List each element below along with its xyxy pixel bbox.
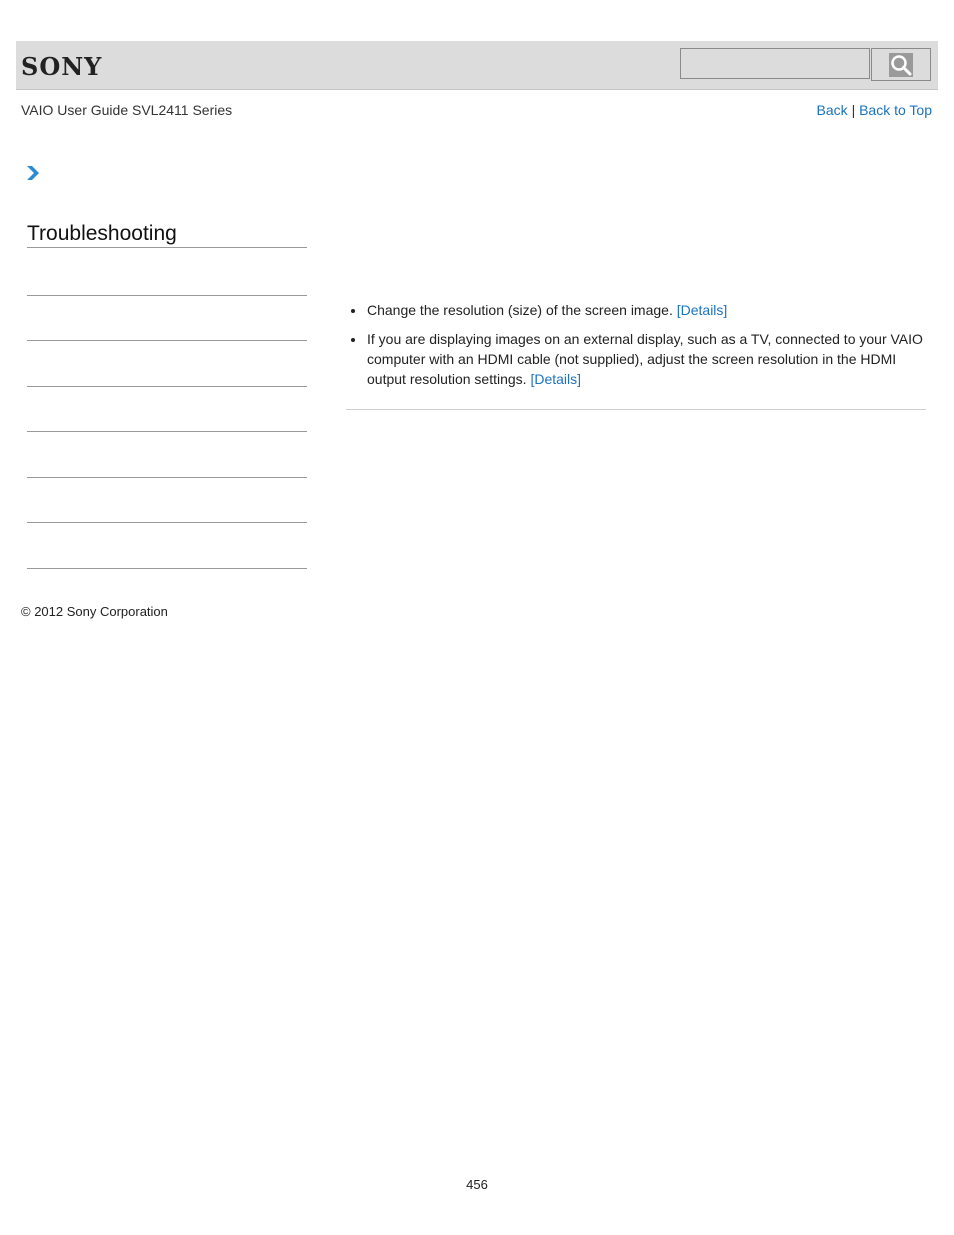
sidebar-divider bbox=[27, 340, 307, 341]
sidebar-title: Troubleshooting bbox=[27, 222, 307, 248]
sony-logo: SONY bbox=[21, 52, 103, 81]
header-bar: SONY bbox=[16, 41, 938, 90]
content-divider bbox=[346, 409, 926, 410]
details-link[interactable]: [Details] bbox=[677, 302, 728, 318]
copyright: © 2012 Sony Corporation bbox=[21, 604, 168, 619]
search-input[interactable] bbox=[680, 48, 870, 79]
search-icon bbox=[889, 53, 913, 77]
sidebar-divider bbox=[27, 386, 307, 387]
search-button[interactable] bbox=[871, 48, 931, 81]
tips-list: Change the resolution (size) of the scre… bbox=[346, 300, 926, 389]
list-item-text: Change the resolution (size) of the scre… bbox=[367, 302, 677, 318]
chevron-right-icon bbox=[26, 165, 40, 186]
sidebar-divider bbox=[27, 568, 307, 569]
page-number: 456 bbox=[466, 1177, 488, 1192]
back-link[interactable]: Back bbox=[817, 102, 848, 118]
list-item-text: If you are displaying images on an exter… bbox=[367, 331, 923, 387]
sidebar-divider bbox=[27, 295, 307, 296]
top-nav-links: Back | Back to Top bbox=[817, 102, 932, 118]
list-item: Change the resolution (size) of the scre… bbox=[351, 300, 926, 320]
details-link[interactable]: [Details] bbox=[530, 371, 581, 387]
link-separator: | bbox=[851, 102, 856, 118]
back-to-top-link[interactable]: Back to Top bbox=[859, 102, 932, 118]
main-content: Change the resolution (size) of the scre… bbox=[346, 300, 926, 398]
sidebar-divider bbox=[27, 477, 307, 478]
sidebar-divider bbox=[27, 431, 307, 432]
list-item: If you are displaying images on an exter… bbox=[351, 329, 926, 389]
guide-title: VAIO User Guide SVL2411 Series bbox=[21, 102, 233, 118]
sidebar-divider bbox=[27, 522, 307, 523]
